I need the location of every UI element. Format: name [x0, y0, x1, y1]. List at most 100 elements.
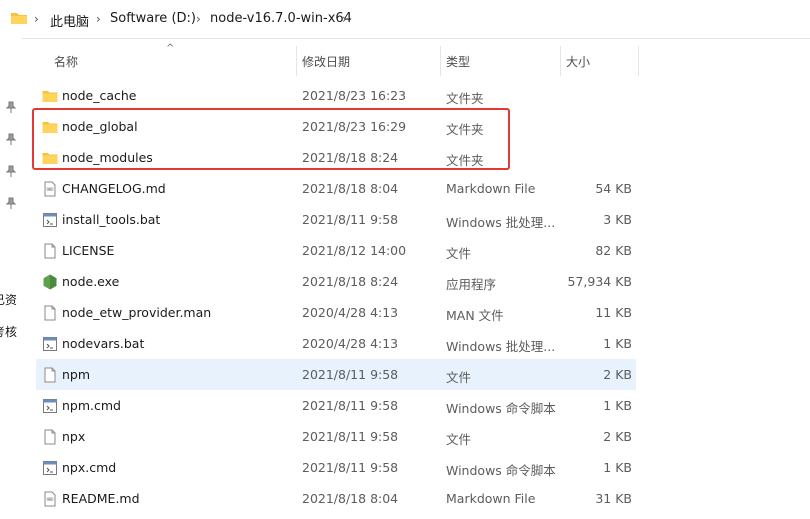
file-modified-date: 2021/8/12 14:00	[302, 243, 407, 258]
file-name: node_modules	[62, 150, 153, 165]
file-row[interactable]: node_cache 2021/8/23 16:23 文件夹	[36, 80, 636, 111]
file-modified-date: 2021/8/18 8:04	[302, 491, 399, 506]
file-name: npm.cmd	[62, 398, 121, 413]
file-size: 31 KB	[595, 491, 632, 506]
file-type: 文件	[446, 432, 472, 447]
file-row[interactable]: npx.cmd 2021/8/11 9:58 Windows 命令脚本 1 KB	[36, 452, 636, 483]
file-row[interactable]: node_modules 2021/8/18 8:24 文件夹	[36, 142, 636, 173]
file-type: 文件	[446, 370, 472, 385]
file-type: Markdown File	[446, 491, 536, 506]
file-name: node_global	[62, 119, 138, 134]
file-name: npx	[62, 429, 86, 444]
file-size: 1 KB	[603, 460, 632, 475]
file-modified-date: 2020/4/28 4:13	[302, 336, 399, 351]
folder-icon	[42, 88, 58, 104]
folder-icon	[42, 150, 58, 166]
folder-icon	[11, 13, 27, 24]
markdown-file-icon: MD	[42, 181, 58, 197]
pin-icon[interactable]	[4, 196, 18, 210]
file-row[interactable]: node_global 2021/8/23 16:29 文件夹	[36, 111, 636, 142]
file-type: 应用程序	[446, 277, 497, 292]
file-name: node_etw_provider.man	[62, 305, 212, 320]
file-row[interactable]: LICENSE 2021/8/12 14:00 文件 82 KB	[36, 235, 636, 266]
file-type: 文件夹	[446, 122, 484, 137]
breadcrumb-separator-icon: ›	[196, 12, 201, 26]
file-row[interactable]: node.exe 2021/8/18 8:24 应用程序 57,934 KB	[36, 266, 636, 297]
file-name: README.md	[62, 491, 140, 506]
column-header-type[interactable]: 类型	[446, 53, 470, 70]
breadcrumb-folder[interactable]: node-v16.7.0-win-x64	[210, 11, 352, 26]
column-header-date[interactable]: 修改日期	[302, 53, 350, 70]
column-divider[interactable]	[440, 46, 441, 76]
file-type: Windows 命令脚本	[446, 401, 556, 416]
file-modified-date: 2021/8/11 9:58	[302, 429, 399, 444]
pin-icon[interactable]	[4, 100, 18, 114]
batch-file-icon	[42, 398, 58, 414]
file-modified-date: 2021/8/11 9:58	[302, 460, 399, 475]
file-size: 54 KB	[595, 181, 632, 196]
column-header-size[interactable]: 大小	[566, 53, 590, 70]
file-name: npm	[62, 367, 91, 382]
generic-file-icon	[42, 305, 58, 321]
file-type: Windows 命令脚本	[446, 463, 556, 478]
file-modified-date: 2020/4/28 4:13	[302, 305, 399, 320]
file-modified-date: 2021/8/18 8:04	[302, 181, 399, 196]
generic-file-icon	[42, 243, 58, 259]
breadcrumb-separator-icon: ›	[96, 12, 101, 26]
nodejs-icon	[42, 274, 58, 290]
column-divider[interactable]	[638, 46, 639, 76]
file-modified-date: 2021/8/23 16:29	[302, 119, 407, 134]
file-type: MAN 文件	[446, 308, 504, 323]
file-modified-date: 2021/8/11 9:58	[302, 398, 399, 413]
file-row[interactable]: nodevars.bat 2020/4/28 4:13 Windows 批处理...…	[36, 328, 636, 359]
breadcrumb-this-pc[interactable]: 此电脑	[50, 11, 89, 30]
file-row[interactable]: MD README.md 2021/8/18 8:04 Markdown File 31…	[36, 483, 636, 514]
file-name: node.exe	[62, 274, 120, 289]
navigation-pane: 已资 考核	[0, 38, 22, 519]
file-row[interactable]: npm.cmd 2021/8/11 9:58 Windows 命令脚本 1 KB	[36, 390, 636, 421]
pin-icon[interactable]	[4, 164, 18, 178]
column-divider[interactable]	[296, 46, 297, 76]
file-type: 文件	[446, 246, 472, 261]
file-size: 82 KB	[595, 243, 632, 258]
file-size: 11 KB	[595, 305, 632, 320]
file-modified-date: 2021/8/11 9:58	[302, 367, 399, 382]
column-divider[interactable]	[560, 46, 561, 76]
nav-item-label[interactable]: 考核	[0, 323, 17, 340]
file-modified-date: 2021/8/23 16:23	[302, 88, 407, 103]
file-type: Windows 批处理...	[446, 215, 556, 230]
file-modified-date: 2021/8/11 9:58	[302, 212, 399, 227]
svg-text:MD: MD	[48, 497, 54, 501]
file-size: 1 KB	[603, 398, 632, 413]
file-type: Windows 批处理...	[446, 339, 556, 354]
generic-file-icon	[42, 367, 58, 383]
file-type: 文件夹	[446, 91, 484, 106]
batch-file-icon	[42, 336, 58, 352]
file-size: 57,934 KB	[567, 274, 632, 289]
markdown-file-icon: MD	[42, 491, 58, 507]
file-name: CHANGELOG.md	[62, 181, 166, 196]
file-row[interactable]: npx 2021/8/11 9:58 文件 2 KB	[36, 421, 636, 452]
file-row[interactable]: npm 2021/8/11 9:58 文件 2 KB	[36, 359, 636, 390]
file-name: node_cache	[62, 88, 137, 103]
column-header-name[interactable]: 名称	[54, 53, 78, 70]
svg-text:MD: MD	[48, 187, 54, 191]
file-row[interactable]: MD CHANGELOG.md 2021/8/18 8:04 Markdown Fil…	[36, 173, 636, 204]
sort-ascending-icon: ^	[166, 43, 175, 54]
address-bar[interactable]: › 此电脑 › Software (D:) › node-v16.7.0-win…	[0, 0, 810, 39]
file-modified-date: 2021/8/18 8:24	[302, 150, 399, 165]
breadcrumb-separator-icon: ›	[342, 12, 347, 26]
file-size: 3 KB	[603, 212, 632, 227]
file-type: Markdown File	[446, 181, 536, 196]
pin-icon[interactable]	[4, 132, 18, 146]
file-modified-date: 2021/8/18 8:24	[302, 274, 399, 289]
breadcrumb-drive[interactable]: Software (D:)	[110, 11, 196, 26]
file-row[interactable]: node_etw_provider.man 2020/4/28 4:13 MAN 文…	[36, 297, 636, 328]
nav-item-label[interactable]: 已资	[0, 291, 17, 308]
file-name: install_tools.bat	[62, 212, 161, 227]
batch-file-icon	[42, 212, 58, 228]
file-row[interactable]: install_tools.bat 2021/8/11 9:58 Windows 批…	[36, 204, 636, 235]
breadcrumb-separator-icon: ›	[34, 12, 39, 26]
file-name: LICENSE	[62, 243, 115, 258]
batch-file-icon	[42, 460, 58, 476]
